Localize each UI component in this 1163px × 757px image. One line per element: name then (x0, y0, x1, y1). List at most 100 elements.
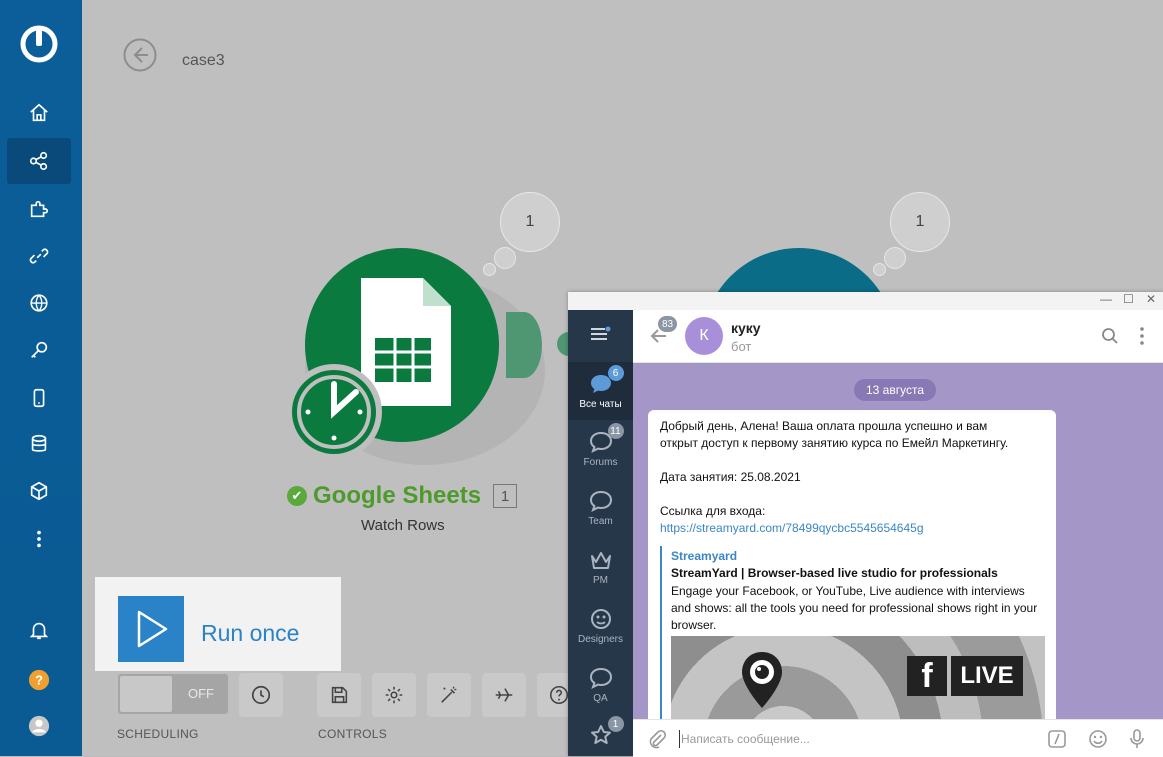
toggle-knob (120, 676, 172, 712)
link-icon[interactable] (7, 233, 71, 279)
folder-label: Все чаты (579, 399, 622, 410)
designers-icon (590, 609, 611, 629)
message-composer: Написать сообщение... (633, 719, 1163, 757)
emoji-icon[interactable] (1088, 729, 1108, 749)
telegram-folder-sidebar: 6 Все чаты 11 Forums Team PM Designers Q… (568, 310, 633, 756)
bubble-dot (873, 263, 886, 276)
message-bubble[interactable]: Добрый день, Алена! Ваша оплата прошла у… (648, 410, 1056, 719)
folder-label: QA (593, 693, 608, 704)
run-once-panel: Run once (95, 577, 341, 671)
run-once-label[interactable]: Run once (201, 620, 299, 647)
module-id-badge: 1 (493, 484, 518, 508)
flow-control-button[interactable] (482, 673, 526, 717)
unread-count-badge: 83 (658, 316, 678, 332)
key-icon[interactable] (7, 327, 71, 373)
chat-history[interactable]: 13 августа Добрый день, Алена! Ваша опла… (633, 363, 1163, 719)
folder-pm[interactable]: PM (568, 538, 633, 596)
bot-commands-icon[interactable] (1047, 729, 1067, 749)
chat-avatar[interactable]: К (685, 317, 723, 355)
avatar[interactable] (7, 703, 71, 749)
settings-button[interactable] (372, 673, 416, 717)
bubble-dot (884, 247, 906, 269)
make-logo-icon[interactable] (19, 24, 59, 64)
date-separator: 13 августа (854, 379, 937, 401)
device-icon[interactable] (7, 375, 71, 421)
toggle-state: OFF (188, 686, 214, 701)
scheduling-label: SCHEDULING (117, 727, 199, 741)
back-arrow-icon[interactable] (123, 38, 157, 72)
preview-image[interactable]: f LIVE (671, 636, 1045, 719)
message-date-line: Дата занятия: 25.08.2021 (660, 470, 801, 484)
module-subtitle: Watch Rows (361, 517, 445, 534)
microphone-icon[interactable] (1129, 728, 1145, 750)
home-icon[interactable] (7, 90, 71, 136)
database-icon[interactable] (7, 421, 71, 467)
search-icon[interactable] (1101, 327, 1119, 345)
operations-bubble[interactable]: 1 (500, 192, 560, 252)
message-link[interactable]: https://streamyard.com/78499qycbc5545654… (660, 520, 924, 537)
folder-label: Designers (577, 634, 624, 645)
message-text: Добрый день, Алена! Ваша оплата прошла у… (660, 419, 988, 433)
unread-badge: 11 (607, 423, 624, 439)
folder-label: Team (588, 516, 613, 527)
airplane-icon (495, 688, 513, 702)
share-icon[interactable] (7, 138, 71, 184)
module-connector[interactable] (506, 312, 542, 378)
telegram-window: — ☐ ✕ 6 Все чаты 11 Forums Team PM Desig… (568, 292, 1163, 757)
periscope-icon (742, 652, 782, 708)
minimize-icon[interactable]: — (1100, 292, 1112, 306)
bell-icon[interactable] (7, 607, 71, 653)
preview-title: StreamYard | Browser-based live studio f… (671, 566, 998, 580)
folder-team[interactable]: Team (568, 479, 633, 537)
more-vertical-icon[interactable] (1139, 326, 1145, 346)
menu-icon[interactable] (589, 326, 611, 342)
folder-label: Forums (583, 457, 618, 468)
chat-header: 83 К куку бот (633, 310, 1163, 363)
module-name: Google Sheets (313, 482, 482, 509)
auto-align-button[interactable] (427, 673, 471, 717)
controls-label: CONTROLS (318, 727, 388, 741)
svg-text:?: ? (35, 673, 43, 688)
folder-designers[interactable]: Designers (568, 597, 633, 655)
maximize-icon[interactable]: ☐ (1123, 292, 1134, 306)
folder-forums[interactable]: 11 Forums (568, 420, 633, 478)
preview-description: Engage your Facebook, or YouTube, Live a… (671, 584, 1038, 632)
unread-badge: 6 (607, 365, 624, 381)
folder-starred[interactable]: 1 (568, 715, 633, 756)
help-icon[interactable]: ? (7, 657, 71, 703)
globe-icon[interactable] (7, 280, 71, 326)
more-vertical-icon[interactable] (7, 516, 71, 562)
folder-qa[interactable]: QA (568, 656, 633, 714)
magic-wand-icon (441, 686, 457, 703)
run-once-button[interactable] (118, 596, 184, 662)
close-icon[interactable]: ✕ (1146, 292, 1156, 306)
chat-icon (589, 490, 612, 512)
clock-icon (251, 685, 271, 705)
scenario-name[interactable]: case3 (182, 52, 225, 70)
puzzle-icon[interactable] (7, 186, 71, 232)
operations-bubble[interactable]: 1 (890, 192, 950, 252)
chat-name[interactable]: куку (731, 320, 761, 336)
cube-icon[interactable] (7, 468, 71, 514)
success-check-icon: ✔ (287, 486, 307, 506)
save-icon (331, 686, 348, 704)
facebook-icon: f (907, 656, 947, 696)
live-badge: LIVE (951, 656, 1023, 696)
save-button[interactable] (317, 673, 361, 717)
schedule-settings-button[interactable] (239, 673, 283, 717)
unread-badge: 1 (607, 716, 624, 732)
crown-icon (590, 552, 611, 569)
message-text: открыт доступ к первому занятию курса по… (660, 436, 1009, 450)
paperclip-icon[interactable] (647, 729, 667, 749)
folder-all-chats[interactable]: 6 Все чаты (568, 362, 633, 420)
folder-label: PM (593, 575, 608, 586)
preview-site-name: Streamyard (671, 549, 738, 563)
link-preview[interactable]: Streamyard StreamYard | Browser-based li… (660, 546, 1050, 719)
question-icon (549, 685, 569, 705)
module-title[interactable]: ✔ Google Sheets 1 (287, 482, 518, 510)
scheduling-toggle[interactable]: OFF (118, 674, 228, 714)
clock-trigger-icon (286, 364, 382, 460)
play-icon (137, 610, 168, 648)
message-input[interactable]: Написать сообщение... (681, 732, 810, 746)
chat-icon (589, 667, 612, 689)
